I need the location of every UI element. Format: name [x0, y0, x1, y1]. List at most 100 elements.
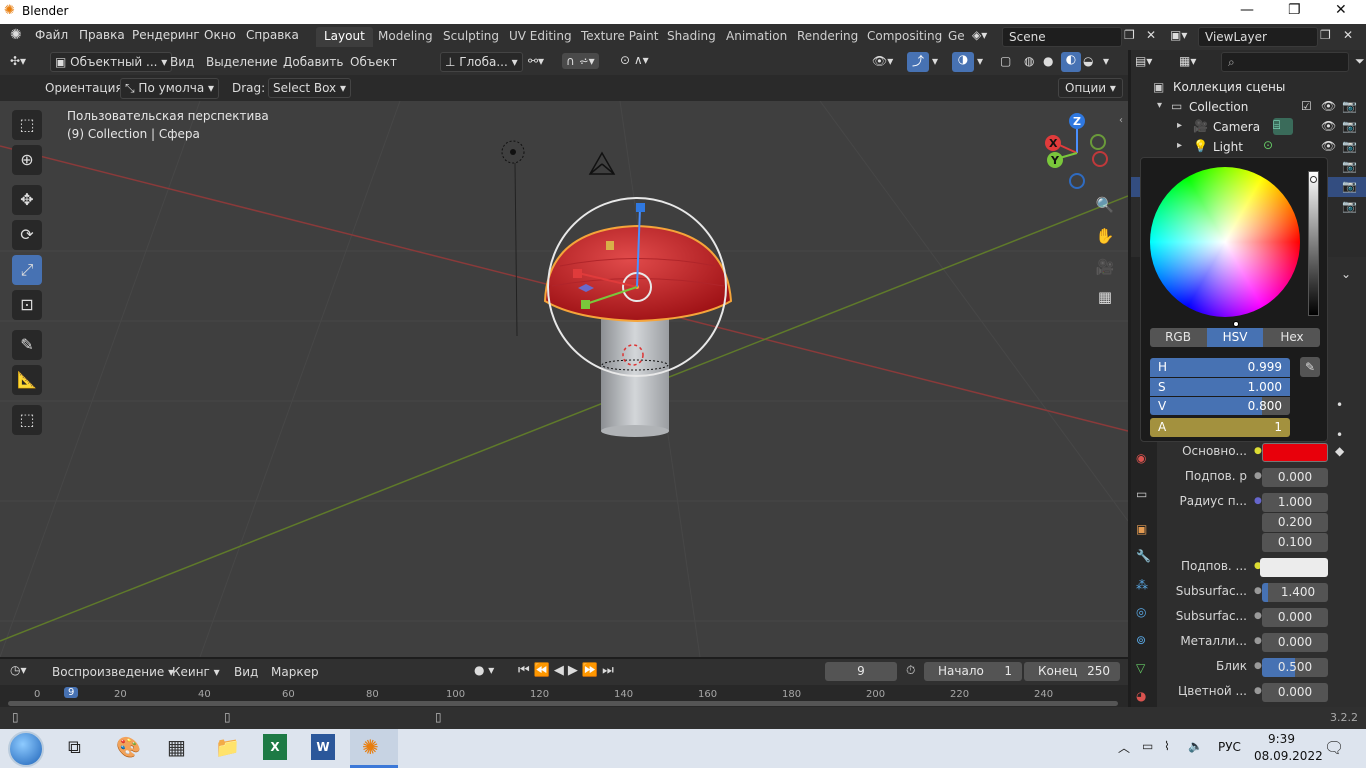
- value-slider[interactable]: [1308, 171, 1319, 316]
- keyframe-diamond-icon[interactable]: ◆: [1335, 444, 1344, 458]
- filter-icon[interactable]: ⏷: [1355, 54, 1365, 69]
- start-button[interactable]: [8, 731, 44, 767]
- menu-object[interactable]: Объект: [350, 55, 397, 69]
- tab-shading[interactable]: Shading: [659, 27, 724, 47]
- subsurface-radius-z[interactable]: 0.100: [1262, 533, 1328, 552]
- pan-hand-icon[interactable]: ✋: [1091, 222, 1119, 250]
- value-slider-handle[interactable]: [1310, 176, 1317, 183]
- constraints-tab-icon[interactable]: ⊚: [1136, 633, 1146, 647]
- alpha-field[interactable]: A 1: [1150, 418, 1290, 437]
- collection-tab-icon[interactable]: ▭: [1136, 487, 1147, 501]
- maximize-button[interactable]: ❐: [1288, 2, 1301, 18]
- timeline-ruler[interactable]: 0 9 20 40 60 80 100 120 140 160 180 200 …: [0, 685, 1128, 707]
- tab-modeling[interactable]: Modeling: [370, 27, 441, 47]
- socket-grey-icon[interactable]: ●: [1254, 586, 1262, 596]
- socket-blue-icon[interactable]: ●: [1254, 496, 1262, 506]
- clock-date[interactable]: 08.09.2022: [1254, 749, 1323, 763]
- xray-icon[interactable]: ▢: [1000, 54, 1011, 68]
- expand-camera-icon[interactable]: ▸: [1177, 120, 1182, 131]
- network-icon[interactable]: ⌇: [1164, 739, 1170, 753]
- scene-icon[interactable]: ◈▾: [972, 28, 987, 42]
- light-object[interactable]: [501, 140, 525, 337]
- rendered-shading-icon[interactable]: ◒: [1083, 54, 1093, 68]
- expand-light-icon[interactable]: ▸: [1177, 140, 1182, 151]
- solid-shading-icon[interactable]: ●: [1043, 54, 1053, 68]
- checkbox-icon[interactable]: ☑: [1301, 99, 1312, 113]
- render-camera-icon[interactable]: 📷: [1342, 179, 1357, 193]
- file-explorer-icon[interactable]: 📁: [215, 735, 240, 759]
- socket-yellow-icon[interactable]: ●: [1254, 446, 1262, 456]
- drag-select[interactable]: Select Box ▾: [268, 78, 351, 98]
- select-tool-icon[interactable]: ⬚: [12, 110, 42, 140]
- view-layer-field[interactable]: ViewLayer: [1198, 27, 1318, 47]
- subsurface-radius-y[interactable]: 0.200: [1262, 513, 1328, 532]
- language-indicator[interactable]: РУС: [1218, 740, 1241, 754]
- minimize-button[interactable]: —: [1240, 2, 1254, 18]
- 3d-viewport[interactable]: Z X Y Пользовательская перспектива (9) C…: [0, 101, 1128, 657]
- end-frame-field[interactable]: Конец 250: [1024, 662, 1120, 681]
- light-data-icon[interactable]: ⊙: [1263, 138, 1273, 152]
- view-layer-icon[interactable]: ▣▾: [1170, 28, 1187, 42]
- tab-layout[interactable]: Layout: [316, 27, 373, 47]
- move-tool-icon[interactable]: ✥: [12, 185, 42, 215]
- rotate-tool-icon[interactable]: ⟳: [12, 220, 42, 250]
- tab-rgb[interactable]: RGB: [1150, 328, 1206, 347]
- copy-view-layer-icon[interactable]: ❐: [1320, 28, 1331, 42]
- tab-hex[interactable]: Hex: [1264, 328, 1320, 347]
- keyframe-dot-icon[interactable]: •: [1336, 398, 1343, 412]
- subsurface-color-swatch[interactable]: [1260, 558, 1328, 577]
- menu-render[interactable]: Рендеринг: [132, 28, 200, 42]
- cursor-tool-icon[interactable]: ⊕: [12, 145, 42, 175]
- tray-chevron-icon[interactable]: ︿: [1118, 739, 1130, 756]
- material-tab-icon[interactable]: ◕: [1136, 689, 1146, 703]
- subsurface-radius-x[interactable]: 1.000: [1262, 493, 1328, 512]
- keyframe-dot-icon[interactable]: •: [1336, 428, 1343, 442]
- subsurface-ior-value[interactable]: 1.400: [1262, 583, 1328, 602]
- tab-compositing[interactable]: Compositing: [859, 27, 950, 47]
- socket-grey-icon[interactable]: ●: [1254, 636, 1262, 646]
- data-tab-icon[interactable]: ▽: [1136, 661, 1145, 675]
- outliner-camera[interactable]: Camera: [1213, 120, 1260, 134]
- scale-tool-icon[interactable]: ⤢: [12, 255, 42, 285]
- specular-value[interactable]: 0.500: [1262, 658, 1328, 677]
- menu-add[interactable]: Добавить: [283, 55, 343, 69]
- battery-icon[interactable]: ▭: [1142, 739, 1153, 753]
- remove-view-layer-icon[interactable]: ✕: [1343, 28, 1353, 42]
- paint-app-icon[interactable]: 🎨: [116, 735, 141, 759]
- blender-taskbar-button[interactable]: ✺: [350, 729, 398, 768]
- menu-edit[interactable]: Правка: [79, 28, 125, 42]
- snap-icon[interactable]: ∩ ⩫▾: [562, 53, 599, 69]
- keying-menu[interactable]: Кеинг ▾: [172, 665, 220, 679]
- task-view-icon[interactable]: ⧉: [68, 737, 81, 758]
- particles-tab-icon[interactable]: ⁂: [1136, 578, 1148, 592]
- eye-icon[interactable]: 👁: [1321, 119, 1336, 133]
- gizmo-dropdown[interactable]: ▾: [932, 54, 938, 68]
- measure-tool-icon[interactable]: 📐: [12, 365, 42, 395]
- hue-field[interactable]: H 0.999: [1150, 358, 1290, 377]
- add-cube-tool-icon[interactable]: ⬚: [12, 405, 42, 435]
- mode-select[interactable]: ▣ Объектный ... ▾: [50, 52, 173, 72]
- timeline-view-menu[interactable]: Вид: [234, 665, 258, 679]
- tab-rendering[interactable]: Rendering: [789, 27, 866, 47]
- scene-field[interactable]: Scene: [1002, 27, 1122, 47]
- remove-scene-icon[interactable]: ✕: [1146, 28, 1156, 42]
- editor-type-icon[interactable]: ✣▾: [10, 54, 26, 68]
- menu-select[interactable]: Выделение: [206, 55, 277, 69]
- world-tab-icon[interactable]: ◉: [1136, 451, 1146, 465]
- zoom-icon[interactable]: 🔍: [1091, 191, 1119, 219]
- word-icon[interactable]: W: [311, 734, 335, 760]
- outliner-collection[interactable]: Collection: [1189, 100, 1248, 114]
- render-camera-icon[interactable]: 📷: [1342, 99, 1357, 113]
- playhead[interactable]: 9: [64, 687, 79, 698]
- render-camera-icon[interactable]: 📷: [1342, 119, 1357, 133]
- gizmo-toggle-icon[interactable]: ⤴: [907, 52, 929, 72]
- calculator-icon[interactable]: ▦: [167, 735, 186, 759]
- sidebar-toggle-icon[interactable]: ‹: [1119, 115, 1123, 126]
- outliner-light[interactable]: Light: [1213, 140, 1243, 154]
- notifications-icon[interactable]: 🗨: [1324, 738, 1344, 757]
- eye-icon[interactable]: 👁: [1321, 99, 1336, 113]
- tab-animation[interactable]: Animation: [718, 27, 795, 47]
- timer-icon[interactable]: ⏱: [906, 663, 915, 678]
- physics-tab-icon[interactable]: ◎: [1136, 605, 1146, 619]
- wheel-cursor[interactable]: [1233, 321, 1239, 327]
